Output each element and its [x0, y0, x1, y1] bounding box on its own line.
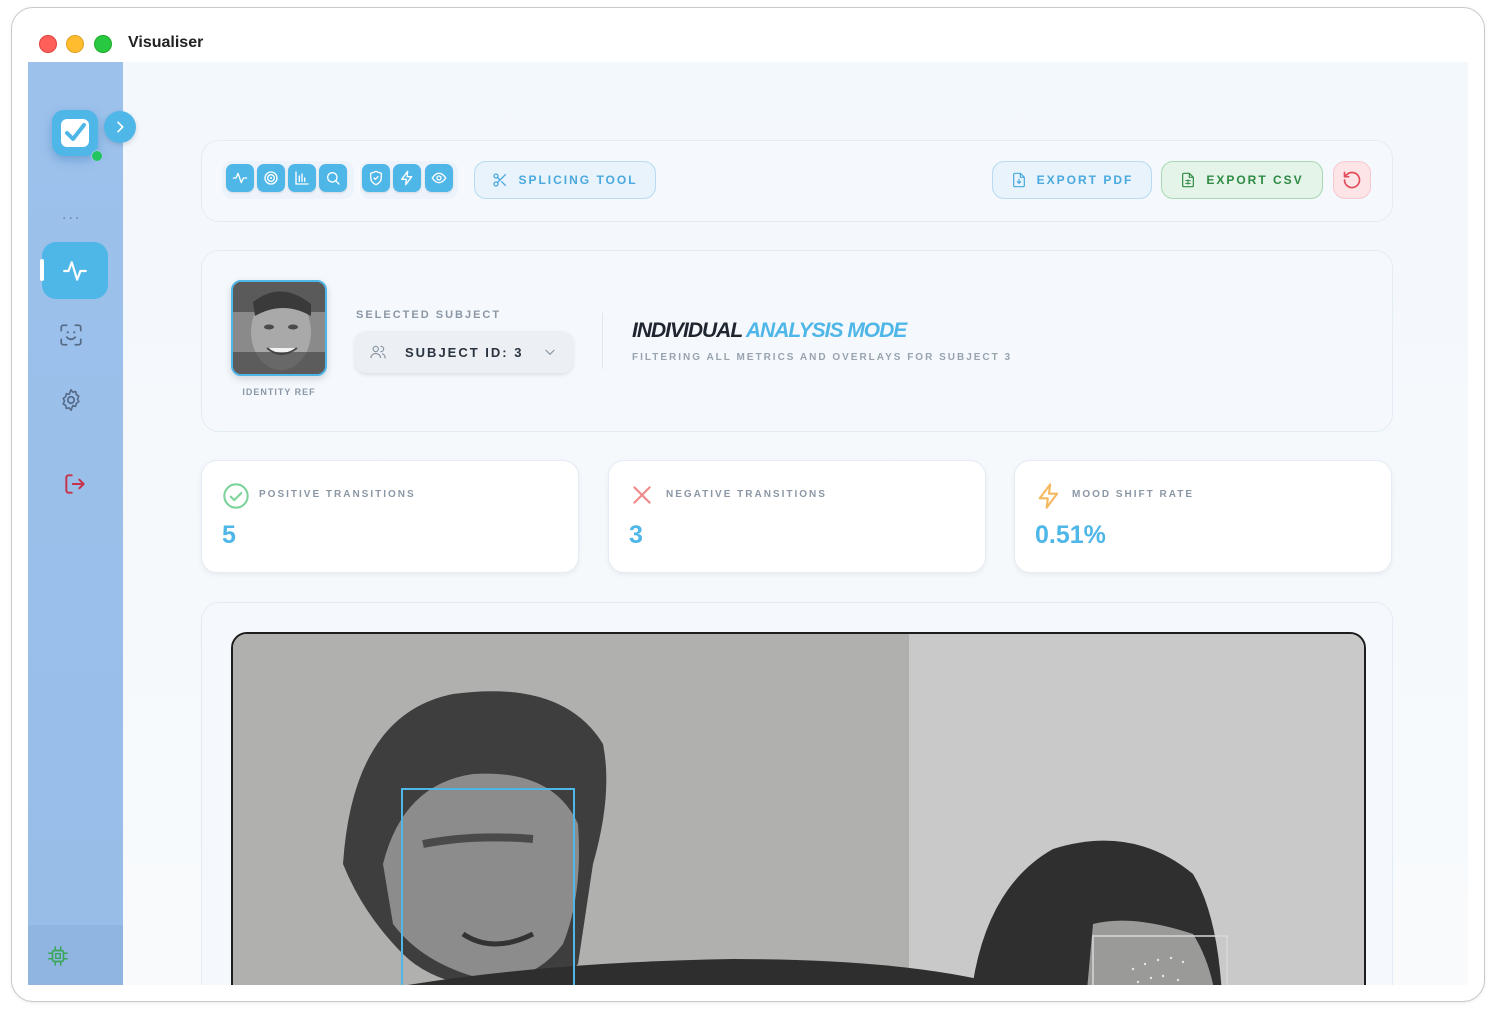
app-logo[interactable]	[52, 110, 98, 156]
minimize-window-button[interactable]	[66, 35, 84, 53]
close-window-button[interactable]	[39, 35, 57, 53]
stat-value: 5	[222, 521, 236, 549]
subject-panel: IDENTITY REF SELECTED SUBJECT SUBJECT ID…	[201, 250, 1393, 432]
main-content: SPLICING TOOL EXPORT PDF EXPORT CSV IDEN…	[123, 62, 1468, 985]
identity-avatar	[231, 280, 327, 376]
sidebar-item-logout[interactable]	[60, 469, 90, 499]
title-bar: Visualiser	[12, 8, 1484, 62]
activity-icon	[63, 261, 87, 281]
more-dots: ...	[62, 206, 82, 223]
stat-value: 0.51%	[1035, 521, 1106, 549]
negative-transitions-card: NEGATIVE TRANSITIONS 3	[608, 460, 986, 573]
expand-sidebar-button[interactable]	[104, 111, 136, 143]
export-csv-button[interactable]: EXPORT CSV	[1161, 161, 1323, 199]
app-window: Visualiser ... SPLICING TOOL EXPORT PDF …	[11, 7, 1485, 1002]
sidebar: ...	[28, 62, 123, 985]
shield-tool-button[interactable]	[362, 164, 390, 192]
eye-tool-button[interactable]	[425, 164, 453, 192]
spreadsheet-icon	[1182, 172, 1195, 188]
gear-icon	[62, 388, 80, 412]
video-still	[233, 634, 1364, 985]
eye-icon	[431, 172, 447, 184]
bolt-tool-button[interactable]	[393, 164, 421, 192]
target-tool-button[interactable]	[257, 164, 285, 192]
target-icon	[264, 171, 278, 185]
users-icon	[370, 345, 386, 359]
mode-title-primary: INDIVIDUAL	[632, 319, 743, 342]
search-tool-button[interactable]	[319, 164, 347, 192]
sidebar-item-face-scan[interactable]	[56, 320, 86, 350]
identity-ref-label: IDENTITY REF	[242, 387, 316, 397]
overlay-tool-group	[360, 161, 458, 199]
export-pdf-button[interactable]: EXPORT PDF	[992, 161, 1152, 199]
check-circle-icon	[223, 483, 249, 509]
scissors-icon	[493, 173, 507, 187]
bolt-icon	[1038, 483, 1059, 509]
stat-label: NEGATIVE TRANSITIONS	[666, 489, 827, 500]
online-status-dot	[91, 150, 103, 162]
refresh-icon	[1343, 171, 1361, 189]
reset-button[interactable]	[1333, 161, 1371, 199]
mood-shift-rate-card: MOOD SHIFT RATE 0.51%	[1014, 460, 1392, 573]
mode-title-accent: ANALYSIS MODE	[745, 319, 907, 342]
face-scan-icon	[60, 324, 82, 346]
activity-tool-button[interactable]	[226, 164, 254, 192]
logout-icon	[65, 474, 85, 494]
activity-icon	[232, 172, 248, 184]
window-title: Visualiser	[128, 34, 204, 51]
chevron-down-icon	[545, 349, 555, 355]
bolt-icon	[401, 170, 413, 186]
video-frame[interactable]	[231, 632, 1366, 985]
stat-value: 3	[629, 521, 643, 549]
divider	[602, 313, 603, 369]
video-panel	[201, 602, 1393, 985]
mode-subtitle: FILTERING ALL METRICS AND OVERLAYS FOR S…	[632, 352, 1013, 363]
search-icon	[327, 172, 340, 185]
sidebar-item-settings[interactable]	[56, 385, 86, 415]
selected-subject-label: SELECTED SUBJECT	[356, 309, 502, 321]
chevron-right-icon	[117, 121, 124, 133]
export-csv-label: EXPORT CSV	[1206, 173, 1304, 187]
face-photo	[233, 282, 325, 374]
x-icon	[633, 486, 651, 504]
bar-chart-icon	[295, 171, 309, 185]
check-logo-icon	[61, 119, 89, 147]
zoom-window-button[interactable]	[94, 35, 112, 53]
chip-icon	[48, 946, 68, 966]
toolbar: SPLICING TOOL EXPORT PDF EXPORT CSV	[201, 140, 1393, 222]
splicing-tool-label: SPLICING TOOL	[518, 173, 638, 187]
subject-select[interactable]: SUBJECT ID: 3	[355, 331, 573, 373]
export-pdf-label: EXPORT PDF	[1036, 173, 1134, 187]
sidebar-footer	[28, 925, 123, 985]
positive-transitions-card: POSITIVE TRANSITIONS 5	[201, 460, 579, 573]
mode-title: INDIVIDUAL ANALYSIS MODE	[632, 319, 907, 343]
splicing-tool-button[interactable]: SPLICING TOOL	[474, 161, 656, 199]
bar-chart-tool-button[interactable]	[288, 164, 316, 192]
stat-label: POSITIVE TRANSITIONS	[259, 489, 416, 500]
file-download-icon	[1012, 172, 1025, 188]
shield-icon	[370, 170, 382, 186]
sidebar-item-activity[interactable]	[42, 242, 108, 299]
subject-select-value: SUBJECT ID: 3	[405, 344, 524, 360]
analysis-tool-group	[222, 161, 354, 199]
active-indicator	[40, 259, 44, 281]
stat-label: MOOD SHIFT RATE	[1072, 489, 1195, 500]
